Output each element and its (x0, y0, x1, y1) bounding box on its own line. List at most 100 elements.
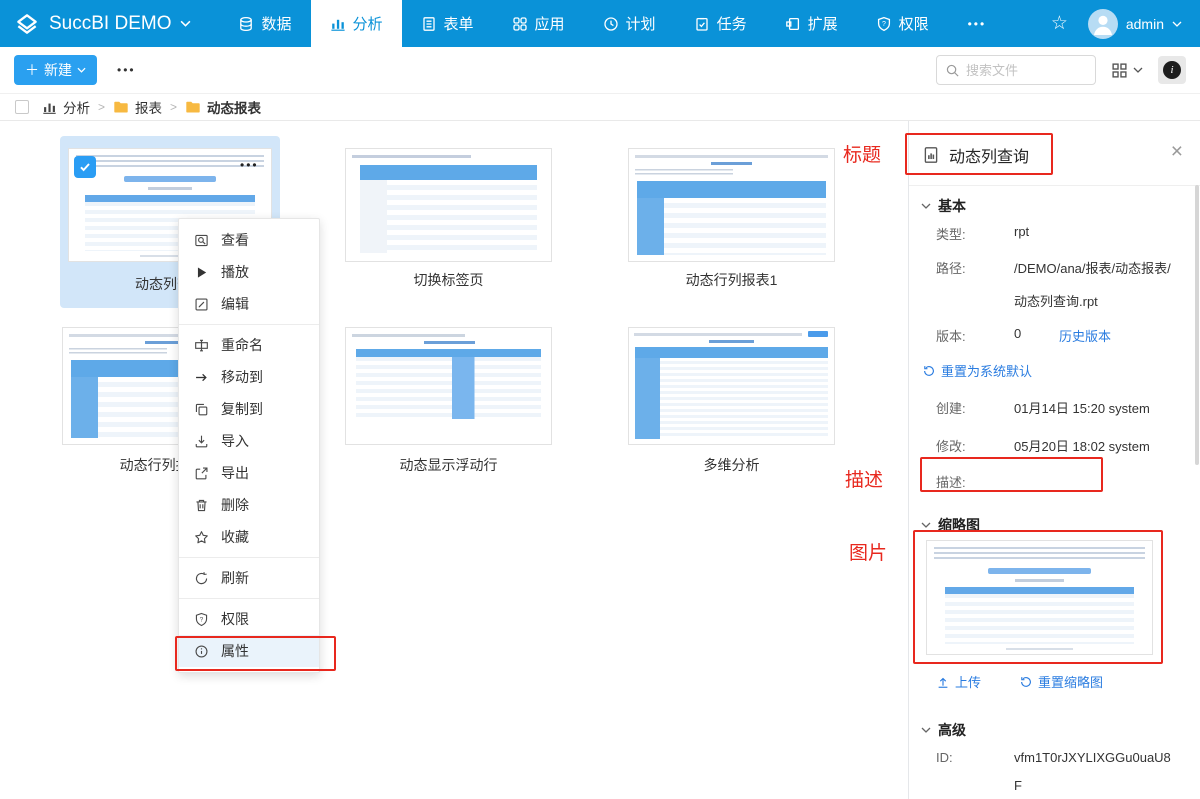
section-basic[interactable]: 基本 (921, 196, 966, 216)
nav-item-analysis[interactable]: 分析 (311, 0, 402, 47)
move-arrow-icon (193, 370, 209, 385)
menu-item-permission[interactable]: ? 权限 (179, 603, 319, 635)
menu-item-label: 收藏 (221, 527, 249, 547)
nav-item-label: 权限 (899, 13, 929, 34)
file-card-dynamic-rowcol-1[interactable] (628, 148, 835, 262)
favorite-star-icon[interactable]: ☆ (1051, 14, 1068, 33)
file-card-dynamic-float-row[interactable] (345, 327, 552, 445)
nav-item-task[interactable]: 任务 (675, 0, 766, 47)
menu-item-view[interactable]: 查看 (179, 224, 319, 256)
document-icon (421, 16, 437, 32)
close-icon[interactable]: × (1171, 141, 1183, 162)
nav-item-form[interactable]: 表单 (402, 0, 493, 47)
undo-icon (922, 364, 936, 378)
play-icon (193, 265, 209, 280)
refresh-icon (193, 571, 209, 586)
file-grid: ••• 动态列查询 切换标签页 动态行列报表1 动态行列报表2 动态显示浮动行 (0, 121, 908, 799)
breadcrumb-separator: > (98, 100, 105, 114)
trash-icon (193, 498, 209, 513)
user-menu[interactable]: admin (1088, 9, 1182, 39)
chevron-down-icon (921, 522, 931, 528)
menu-item-label: 复制到 (221, 399, 263, 419)
context-menu: 查看 播放 编辑 重命名 移动到 复制到 导入 导出 删除 收藏 刷新 (178, 218, 320, 673)
field-modified: 修改: 05月20日 18:02 system (936, 436, 1150, 455)
menu-item-export[interactable]: 导出 (179, 457, 319, 489)
field-description[interactable]: 描述: (936, 472, 1014, 491)
breadcrumb-item-analysis[interactable]: 分析 (42, 97, 90, 117)
avatar (1088, 9, 1118, 39)
menu-item-import[interactable]: 导入 (179, 425, 319, 457)
card-more-button[interactable]: ••• (240, 158, 259, 172)
nav-item-data[interactable]: 数据 (219, 0, 310, 47)
chevron-down-icon (921, 727, 931, 733)
view-mode-selector[interactable] (1111, 62, 1143, 79)
menu-item-move-to[interactable]: 移动到 (179, 361, 319, 393)
export-icon (193, 466, 209, 481)
chevron-down-icon (1133, 67, 1143, 73)
field-path-line2: 动态列查询.rpt (1014, 291, 1098, 310)
menu-item-rename[interactable]: 重命名 (179, 329, 319, 361)
file-name[interactable]: 动态行列报表1 (628, 270, 835, 290)
properties-panel: 动态列查询 × 基本 类型: rpt 路径: /DEMO/ana/报表/动态报表… (908, 121, 1200, 799)
breadcrumb: 分析 > 报表 > 动态报表 (0, 94, 1200, 121)
shield-icon: ? (193, 612, 209, 627)
nav-item-permission[interactable]: ? 权限 (857, 0, 948, 47)
nav-item-plan[interactable]: 计划 (584, 0, 675, 47)
search-input[interactable] (966, 63, 1078, 78)
history-version-link[interactable]: 历史版本 (1059, 326, 1111, 345)
nav-item-extension[interactable]: 扩展 (766, 0, 857, 47)
plus-icon: ＋ (25, 60, 39, 80)
new-button-label: 新建 (44, 60, 72, 80)
field-version: 版本: 0 历史版本 (936, 326, 1111, 345)
new-button[interactable]: ＋ 新建 (14, 55, 97, 85)
breadcrumb-item-dynamic-reports[interactable]: 动态报表 (185, 97, 261, 117)
primary-nav: 数据 分析 表单 应用 计划 任务 扩展 ? 权限 (219, 0, 947, 47)
reset-default-link[interactable]: 重置为系统默认 (922, 361, 1032, 380)
brand-name: SuccBI DEMO (49, 13, 171, 35)
menu-item-refresh[interactable]: 刷新 (179, 562, 319, 594)
menu-item-copy-to[interactable]: 复制到 (179, 393, 319, 425)
field-path: 路径: /DEMO/ana/报表/动态报表/ (936, 258, 1171, 277)
menu-item-delete[interactable]: 删除 (179, 489, 319, 521)
divider (909, 185, 1200, 186)
file-card-multidim-analysis[interactable] (628, 327, 835, 445)
menu-item-play[interactable]: 播放 (179, 256, 319, 288)
nav-more-button[interactable]: ••• (948, 0, 1007, 47)
card-checkbox-checked[interactable] (74, 156, 96, 178)
nav-item-label: 分析 (353, 13, 383, 34)
view-icon (193, 233, 209, 248)
svg-text:?: ? (199, 616, 203, 623)
chevron-down-icon (1172, 21, 1182, 27)
breadcrumb-item-reports[interactable]: 报表 (113, 97, 162, 117)
svg-text:?: ? (882, 21, 886, 28)
upload-link[interactable]: 上传 (936, 672, 981, 691)
panel-scrollbar[interactable] (1195, 185, 1199, 465)
field-id-line2: F (1014, 778, 1022, 793)
file-name[interactable]: 动态显示浮动行 (345, 455, 552, 475)
file-name[interactable]: 多维分析 (628, 455, 835, 475)
field-type: 类型: rpt (936, 224, 1029, 243)
file-name[interactable]: 切换标签页 (345, 270, 552, 290)
apps-grid-icon (512, 16, 528, 32)
properties-panel-toggle[interactable]: i (1158, 56, 1186, 84)
section-thumbnail[interactable]: 缩略图 (921, 515, 980, 535)
nav-item-label: 表单 (444, 13, 474, 34)
menu-divider (179, 557, 319, 558)
info-circle-icon (193, 644, 209, 659)
menu-item-edit[interactable]: 编辑 (179, 288, 319, 320)
toolbar-more-button[interactable]: ••• (117, 63, 136, 77)
thumbnail-image[interactable] (926, 540, 1153, 655)
reset-thumbnail-link[interactable]: 重置缩略图 (1019, 672, 1103, 691)
nav-item-app[interactable]: 应用 (493, 0, 584, 47)
nav-item-label: 数据 (261, 13, 291, 34)
breadcrumb-label: 报表 (135, 97, 162, 117)
select-all-checkbox[interactable] (15, 100, 29, 114)
clock-icon (603, 16, 619, 32)
menu-item-properties[interactable]: 属性 (179, 635, 319, 667)
menu-item-label: 删除 (221, 495, 249, 515)
brand-menu[interactable]: SuccBI DEMO (0, 0, 219, 47)
menu-item-favorite[interactable]: 收藏 (179, 521, 319, 553)
nav-item-label: 计划 (626, 13, 656, 34)
file-card-tab-switch[interactable] (345, 148, 552, 262)
section-advanced[interactable]: 高级 (921, 720, 966, 740)
